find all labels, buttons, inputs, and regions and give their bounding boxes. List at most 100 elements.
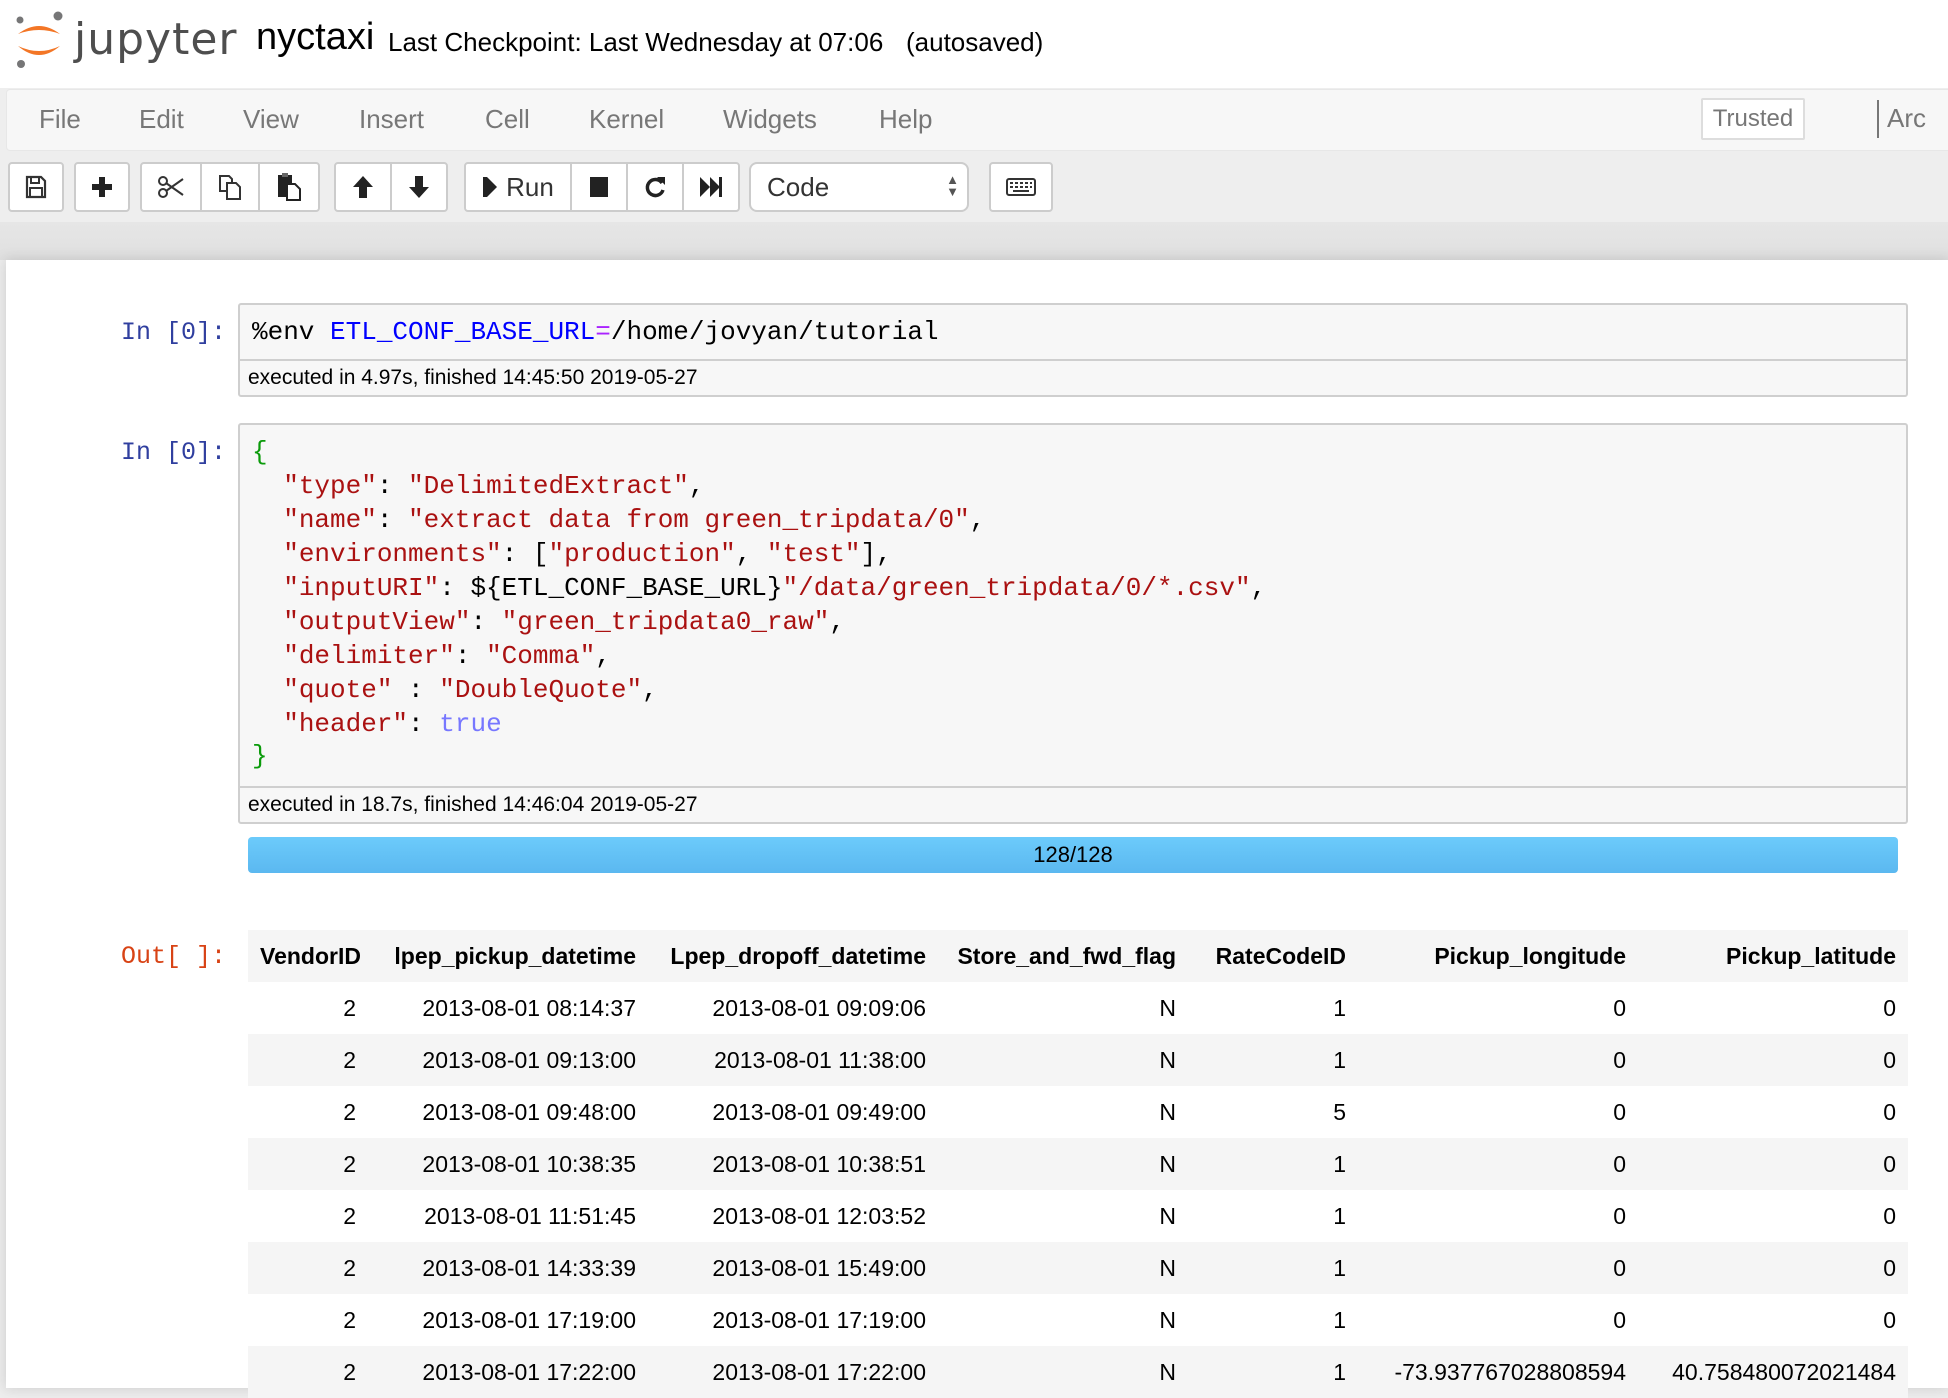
arrow-down-icon [409,176,429,198]
jupyter-logo[interactable]: jupyter [12,10,237,70]
cell-type-select[interactable]: Code ▲ ▼ [749,162,969,212]
run-button[interactable]: Run [464,162,572,212]
table-cell: 1 [1188,1190,1358,1242]
column-header: VendorID [248,930,368,982]
progress-label: 128/128 [1033,842,1113,867]
table-cell: N [938,1346,1188,1398]
open-brace: { [252,437,268,467]
insert-cell-button[interactable] [74,162,130,212]
table-cell: 2013-08-01 17:22:00 [648,1346,938,1398]
trusted-indicator[interactable]: Trusted [1701,98,1805,140]
execution-info: executed in 18.7s, finished 14:46:04 201… [238,786,1908,824]
cell-input[interactable]: %env ETL_CONF_BASE_URL=/home/jovyan/tuto… [238,303,1908,361]
table-row: 2 2013-08-01 09:48:00 2013-08-01 09:49:00 N… [248,1086,1908,1138]
notebook-name[interactable]: nyctaxi [256,16,374,59]
interrupt-button[interactable] [570,162,628,212]
menu-widgets[interactable]: Widgets [723,104,817,135]
json-string-value: "/data/green_tripdata/0/*.csv" [782,573,1251,603]
json-separator: : [392,675,440,705]
command-palette-button[interactable] [989,162,1053,212]
restart-icon [645,177,665,198]
json-separator: : [454,641,487,671]
menu-cell[interactable]: Cell [485,104,530,135]
table-cell: 1 [1188,982,1358,1034]
column-header: Pickup_longitude [1358,930,1638,982]
table-cell: N [938,982,1188,1034]
table-cell: 0 [1638,1034,1908,1086]
json-separator: : [376,471,409,501]
menu-kernel[interactable]: Kernel [589,104,664,135]
move-group [334,162,448,212]
table-cell: 2013-08-01 09:13:00 [368,1034,648,1086]
menu-insert[interactable]: Insert [359,104,424,135]
menubar: File Edit View Insert Cell Kernel Widget… [6,89,1948,151]
table-body: 2 2013-08-01 08:14:37 2013-08-01 09:09:06 N… [248,982,1908,1398]
table-cell: 0 [1638,982,1908,1034]
menu-file[interactable]: File [39,104,81,135]
menu-help[interactable]: Help [879,104,932,135]
table-row: 2 2013-08-01 09:13:00 2013-08-01 11:38:00 N… [248,1034,1908,1086]
json-punctuation: , [969,505,986,535]
arrow-up-icon [353,176,373,198]
jupyter-logo-icon [16,11,63,68]
table-cell: 40.758480072021484 [1638,1346,1908,1398]
table-row: 2 2013-08-01 08:14:37 2013-08-01 09:09:06 N… [248,982,1908,1034]
table-cell: 2013-08-01 08:14:37 [368,982,648,1034]
stop-icon [590,177,608,197]
code-line: "environments": ["production", "test"], [252,539,892,569]
run-all-button[interactable] [682,162,740,212]
column-header: Pickup_latitude [1638,930,1908,982]
restart-button[interactable] [626,162,684,212]
checkpoint-status: Last Checkpoint: Last Wednesday at 07:06 [388,27,884,57]
table-cell: 2013-08-01 09:48:00 [368,1086,648,1138]
move-down-button[interactable] [390,162,448,212]
code-line: "type": "DelimitedExtract", [252,471,704,501]
table-cell: 0 [1358,1294,1638,1346]
column-header: RateCodeID [1188,930,1358,982]
json-separator: : [408,709,440,739]
paste-button[interactable] [258,162,320,212]
table-cell: 1 [1188,1034,1358,1086]
kernel-name[interactable]: Arc [1887,103,1926,134]
table-cell: 2013-08-01 11:51:45 [368,1190,648,1242]
table-cell: 2013-08-01 14:33:39 [368,1242,648,1294]
table-cell: N [938,1086,1188,1138]
json-string-value: "Comma" [486,641,596,671]
table-cell: 2013-08-01 17:19:00 [648,1294,938,1346]
table-cell: 0 [1638,1138,1908,1190]
table-cell: 0 [1638,1294,1908,1346]
table-cell: N [938,1034,1188,1086]
magic-command: %env [252,317,331,347]
json-separator: : ${ETL_CONF_BASE_URL} [439,573,783,603]
json-string-value: "DelimitedExtract" [408,471,689,501]
cell-input[interactable]: { "type": "DelimitedExtract", "name": "e… [238,423,1908,788]
menu-view[interactable]: View [243,104,299,135]
code-line: "outputView": "green_tripdata0_raw", [252,607,845,637]
copy-button[interactable] [200,162,260,212]
table-cell: 0 [1638,1242,1908,1294]
code-line: "quote" : "DoubleQuote", [252,675,658,705]
json-punctuation: , [829,607,845,637]
json-string-value: "extract data from green_tripdata/0" [408,505,970,535]
save-group [8,162,64,212]
table-cell: 2 [248,1190,368,1242]
json-key: "name" [283,505,377,535]
json-punctuation: , [642,675,658,705]
menu-edit[interactable]: Edit [139,104,184,135]
json-separator: : [376,505,409,535]
move-up-button[interactable] [334,162,392,212]
json-separator: , [735,539,767,569]
input-prompt: In [0]: [120,318,226,347]
save-button[interactable] [8,162,64,212]
code-line: "inputURI": ${ETL_CONF_BASE_URL}"/data/g… [252,573,1266,603]
paste-icon [278,173,301,201]
json-key: "inputURI" [283,573,440,603]
cut-button[interactable] [140,162,202,212]
assign-operator: = [595,317,611,347]
table-cell: N [938,1294,1188,1346]
output-prompt: Out[ ]: [120,942,226,971]
env-var-value: /home/jovyan/tutorial [610,317,939,347]
json-string-value: "test" [766,539,861,569]
keyboard-group [989,162,1053,212]
json-key: "outputView" [283,607,471,637]
